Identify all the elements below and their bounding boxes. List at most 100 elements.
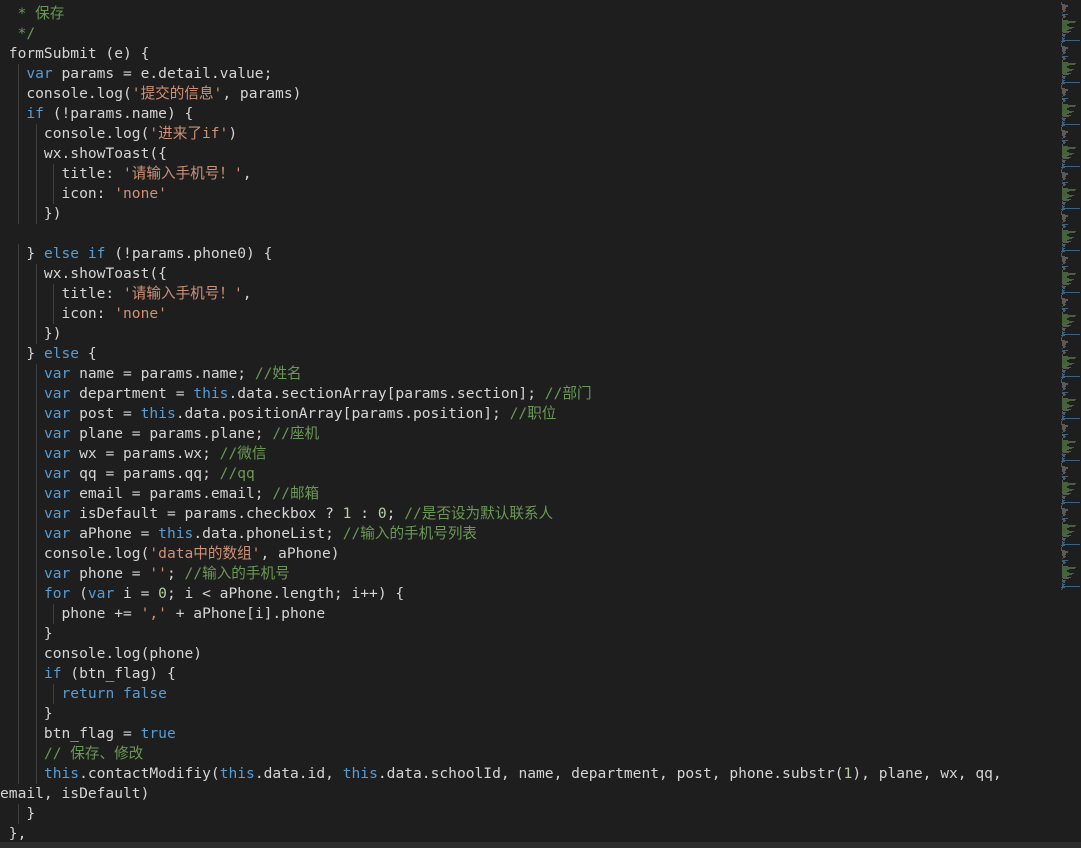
code-token: console.log( xyxy=(0,545,150,562)
minimap-line xyxy=(1062,515,1066,516)
code-line: console.log(phone) xyxy=(0,644,1060,664)
indent-guide xyxy=(18,584,19,604)
code-line: console.log('进来了if') xyxy=(0,124,1060,144)
indent-guide xyxy=(53,164,54,184)
minimap-line xyxy=(1062,452,1070,453)
code-token: if xyxy=(87,245,106,262)
minimap[interactable] xyxy=(1059,0,1081,848)
indent-guide xyxy=(18,324,19,344)
indent-guide xyxy=(36,324,37,344)
code-token: department = xyxy=(70,385,194,402)
indent-guide xyxy=(36,144,37,164)
code-editor[interactable]: * 保存 */ formSubmit (e) { var params = e.… xyxy=(0,0,1081,848)
minimap-line xyxy=(1062,288,1066,289)
indent-guide xyxy=(36,124,37,144)
code-line: } else if (!params.phone0) { xyxy=(0,244,1060,264)
minimap-line xyxy=(1062,162,1066,163)
code-token: .data.id, xyxy=(254,765,343,782)
code-line: var department = this.data.sectionArray[… xyxy=(0,384,1060,404)
indent-guide xyxy=(18,464,19,484)
code-line: icon: 'none' xyxy=(0,184,1060,204)
indent-guide xyxy=(18,644,19,664)
minimap-line xyxy=(1062,263,1066,264)
indent-guide xyxy=(36,484,37,504)
minimap-line xyxy=(1062,137,1066,138)
code-token: }) xyxy=(0,205,62,222)
indent-guide xyxy=(36,364,37,384)
minimap-line xyxy=(1062,166,1081,167)
indent-guide xyxy=(53,304,54,324)
code-token: 'none' xyxy=(114,185,167,202)
code-line: var name = params.name; //姓名 xyxy=(0,364,1060,384)
code-token: //输入的手机号 xyxy=(184,565,290,582)
code-token: } xyxy=(0,625,53,642)
minimap-line xyxy=(1062,540,1066,541)
indent-guide xyxy=(36,704,37,724)
code-token: this xyxy=(342,765,378,782)
code-token: //是否设为默认联系人 xyxy=(404,505,554,522)
horizontal-scrollbar[interactable] xyxy=(0,842,1081,848)
code-line: console.log('提交的信息', params) xyxy=(0,84,1060,104)
minimap-line xyxy=(1062,473,1066,474)
code-token: ; xyxy=(166,565,185,582)
code-token: 'none' xyxy=(114,305,167,322)
indent-guide xyxy=(36,444,37,464)
code-token: var xyxy=(43,445,71,462)
indent-guide xyxy=(36,564,37,584)
indent-guide xyxy=(36,504,37,524)
code-area[interactable]: * 保存 */ formSubmit (e) { var params = e.… xyxy=(0,4,1060,844)
indent-guide xyxy=(36,664,37,684)
code-token: this xyxy=(158,525,194,542)
indent-guide xyxy=(36,624,37,644)
code-token: '请输入手机号！' xyxy=(123,285,243,302)
code-token: return xyxy=(61,685,115,702)
minimap-line xyxy=(1062,208,1081,209)
code-token: post = xyxy=(70,405,141,422)
code-line: */ xyxy=(0,24,1060,44)
indent-guide xyxy=(36,264,37,284)
code-token: btn_flag = xyxy=(0,725,141,742)
minimap-line xyxy=(1062,502,1081,503)
minimap-line xyxy=(1062,437,1066,438)
indent-guide xyxy=(36,164,37,184)
minimap-line xyxy=(1062,544,1081,545)
code-token: email = params.email; xyxy=(70,485,273,502)
minimap-line xyxy=(1062,40,1081,41)
code-line: this.contactModifiy(this.data.id, this.d… xyxy=(0,764,1060,784)
code-token: //部门 xyxy=(544,385,592,402)
code-token: .data.positionArray[params.position]; xyxy=(175,405,510,422)
code-token: //输入的手机号列表 xyxy=(342,525,478,542)
indent-guide xyxy=(36,764,37,784)
minimap-line xyxy=(1062,305,1066,306)
code-token: .contactModifiy( xyxy=(79,765,220,782)
minimap-line xyxy=(1062,227,1066,228)
minimap-line xyxy=(1062,242,1070,243)
minimap-line xyxy=(1062,82,1081,83)
code-token: '进来了if' xyxy=(149,125,229,142)
minimap-line xyxy=(1062,78,1066,79)
indent-guide xyxy=(18,304,19,324)
minimap-line xyxy=(1062,330,1066,331)
code-token: else xyxy=(43,345,80,362)
code-line: title: '请输入手机号！', xyxy=(0,164,1060,184)
minimap-line xyxy=(1062,326,1070,327)
indent-guide xyxy=(53,284,54,304)
minimap-line xyxy=(1062,120,1066,121)
minimap-line xyxy=(1062,494,1070,495)
code-line: }, xyxy=(0,824,1060,844)
code-line: if (!params.name) { xyxy=(0,104,1060,124)
minimap-line xyxy=(1062,246,1066,247)
code-token: //微信 xyxy=(219,445,267,462)
code-token: i = xyxy=(114,585,159,602)
code-token: '提交的信息' xyxy=(131,85,223,102)
code-token: false xyxy=(123,685,167,702)
code-token: else xyxy=(43,245,80,262)
indent-guide xyxy=(18,384,19,404)
code-line: } xyxy=(0,624,1060,644)
indent-guide xyxy=(18,684,19,704)
minimap-line xyxy=(1062,143,1066,144)
code-token: for xyxy=(43,585,71,602)
